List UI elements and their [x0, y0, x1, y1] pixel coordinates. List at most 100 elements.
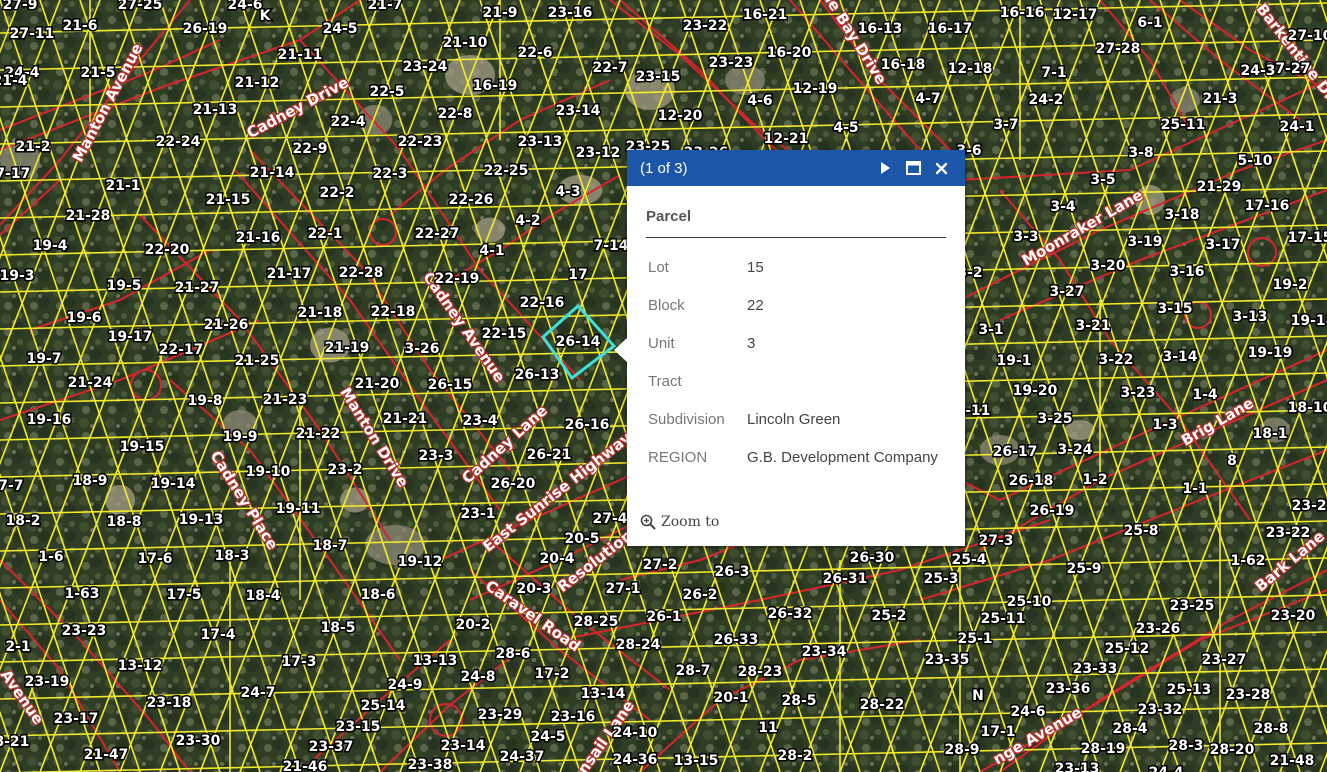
lot-label: 17-16 — [1245, 198, 1290, 214]
lot-label: 22-19 — [435, 271, 480, 287]
lot-label: 24-10 — [613, 725, 658, 741]
lot-label: 28-5 — [781, 693, 816, 709]
next-feature-button[interactable] — [873, 156, 897, 180]
lot-label: 21-17 — [267, 266, 312, 282]
lot-label: 21-27 — [175, 280, 220, 296]
lot-label: 25-1 — [957, 631, 992, 647]
attribute-row: Lot 15 — [646, 248, 940, 286]
lot-label: 23-22 — [683, 18, 728, 34]
lot-label: 24-5 — [530, 729, 565, 745]
lot-label: 23-25 — [1170, 598, 1215, 614]
lot-label: 19-15 — [120, 439, 165, 455]
lot-label: 28-22 — [860, 697, 905, 713]
lot-label: 19-12 — [398, 554, 443, 570]
lot-label: 3-15 — [1157, 301, 1192, 317]
lot-label: 17-7 — [0, 478, 24, 494]
lot-label: 23-17 — [54, 711, 99, 727]
lot-label: 22-4 — [330, 114, 365, 130]
lot-label: 3-8 — [1128, 145, 1153, 161]
lot-label: 23-12 — [576, 145, 621, 161]
lot-label: 23-2 — [327, 462, 362, 478]
lot-label: 22-18 — [371, 304, 416, 320]
lot-label: 13-14 — [581, 686, 626, 702]
lot-label: 19-16 — [27, 412, 72, 428]
lot-label: 18-2 — [5, 513, 40, 529]
lot-label: 16-20 — [767, 45, 812, 61]
lot-label: 19-9 — [222, 429, 257, 445]
lot-label: 21-12 — [235, 75, 280, 91]
lot-label: 26-13 — [515, 367, 560, 383]
lot-label: 23-16 — [548, 5, 593, 21]
lot-label: 26-30 — [850, 550, 895, 566]
zoom-to-label: Zoom to — [661, 514, 720, 530]
lot-label: 21-1 — [105, 178, 140, 194]
lot-label: 17-2 — [534, 666, 569, 682]
lot-label: 6-1 — [1137, 15, 1162, 31]
lot-label: 28-3 — [1168, 738, 1203, 754]
lot-label: 3-21 — [1075, 318, 1110, 334]
popup-feature-counter: (1 of 3) — [640, 159, 688, 177]
lot-label: 21-7 — [367, 0, 402, 13]
lot-label: 23-30 — [176, 733, 221, 749]
lot-label: 24-1 — [1279, 119, 1314, 135]
attribute-key: Block — [648, 297, 685, 314]
lot-label: 3-5 — [1090, 172, 1115, 188]
lot-label: 12-21 — [764, 131, 809, 147]
map-letter: N — [972, 688, 984, 704]
lot-label: 17-17 — [0, 166, 30, 182]
lot-label: 28-23 — [738, 664, 783, 680]
next-icon — [881, 162, 890, 174]
lot-label: 21-19 — [325, 340, 370, 356]
lot-label: 23-37 — [309, 739, 354, 755]
maximize-button[interactable] — [901, 156, 925, 180]
lot-label: 28-20 — [1210, 742, 1255, 758]
lot-label: 22-24 — [156, 134, 201, 150]
lot-label: 8 — [1227, 453, 1237, 469]
lot-label: 21-6 — [62, 18, 97, 34]
lot-label: 3-24 — [1057, 442, 1092, 458]
lot-label: 1-4 — [1192, 387, 1218, 403]
lot-label: 28-9 — [944, 742, 979, 758]
popup-title: Parcel — [646, 208, 946, 238]
lot-label: 19-6 — [66, 310, 101, 326]
attribute-value: Lincoln Green — [747, 411, 841, 428]
lot-label: 24-36 — [613, 752, 658, 768]
lot-label: 28-21 — [0, 734, 29, 750]
lot-label: 23-36 — [1046, 681, 1091, 697]
lot-label: 3-1 — [978, 322, 1003, 338]
lot-label: 26-31 — [823, 571, 868, 587]
close-button[interactable] — [929, 156, 953, 180]
attribute-value — [745, 362, 940, 400]
lot-label: 18-8 — [106, 514, 141, 530]
lot-label: 21-18 — [298, 305, 343, 321]
lot-label: 3-3 — [1013, 229, 1038, 245]
lot-label: 25-8 — [1123, 523, 1158, 539]
lot-label: 25-13 — [1167, 682, 1212, 698]
lot-label: 16-18 — [881, 57, 926, 73]
zoom-to-link[interactable]: Zoom to — [640, 514, 719, 530]
lot-label: 23-24 — [403, 59, 448, 75]
attribute-value: 3 — [747, 335, 756, 352]
lot-label: 21-22 — [296, 426, 341, 442]
lot-label: 22-15 — [482, 326, 527, 342]
lot-label: 2-1 — [5, 639, 30, 655]
lot-label: 22-25 — [484, 163, 529, 179]
lot-label: 19-7 — [26, 351, 61, 367]
lot-label: 18-9 — [72, 473, 107, 489]
lot-label: 25-3 — [923, 571, 958, 587]
lot-label: 13-13 — [413, 653, 458, 669]
maximize-icon — [905, 161, 921, 175]
lot-label: 23-14 — [556, 103, 601, 119]
lot-label: 27-1 — [605, 581, 640, 597]
lot-label: 16-19 — [473, 78, 518, 94]
lot-label: 20-5 — [564, 531, 599, 547]
lot-label: 23-26 — [1136, 621, 1181, 637]
lot-label: 19-18 — [1291, 313, 1327, 329]
attribute-table: Lot 15 Block 22 Unit 3 Tract Subdivision Lin… — [646, 248, 940, 476]
attribute-row: Subdivision Lincoln Green — [646, 400, 940, 438]
attribute-key: Lot — [648, 259, 669, 276]
lot-label: 1-3 — [1152, 417, 1177, 433]
lot-label: 7-1 — [1041, 65, 1066, 81]
attribute-value: 22 — [747, 297, 764, 314]
lot-label: 18-10 — [1288, 400, 1327, 416]
